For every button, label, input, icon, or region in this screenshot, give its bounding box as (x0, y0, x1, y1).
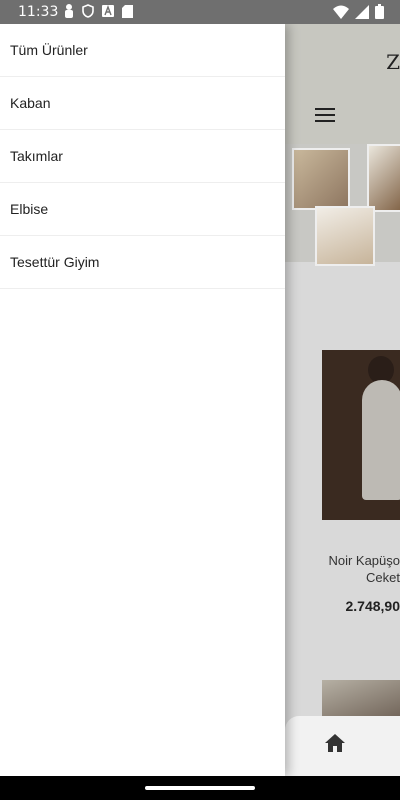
home-icon[interactable] (325, 734, 345, 752)
product-name[interactable]: Noir Kapüşo Ceket (285, 552, 400, 586)
banner-photo (367, 144, 400, 212)
drawer-item-takimlar[interactable]: Takımlar (0, 130, 285, 183)
wifi-icon (333, 5, 349, 19)
status-bar: 11:33 (0, 0, 400, 24)
page-header: Z (285, 24, 400, 144)
drawer-item-all-products[interactable]: Tüm Ürünler (0, 24, 285, 77)
shield-icon (82, 4, 94, 18)
background-page: Z Noir Kapüşo Ceket 2.748,90 (285, 24, 400, 776)
drawer-item-label: Tesettür Giyim (10, 254, 100, 270)
banner-photo (292, 148, 350, 210)
home-gesture-handle[interactable] (145, 786, 255, 790)
drawer-item-elbise[interactable]: Elbise (0, 183, 285, 236)
banner-photo (315, 206, 375, 266)
font-icon (102, 5, 114, 17)
sd-card-icon (122, 4, 133, 18)
system-navigation-bar (0, 776, 400, 800)
brand-logo: Z (386, 50, 400, 74)
drawer-item-label: Elbise (10, 201, 49, 217)
signal-icon (355, 4, 369, 19)
drawer-item-kaban[interactable]: Kaban (0, 77, 285, 130)
hero-banner[interactable] (285, 144, 400, 266)
status-time: 11:33 (18, 4, 59, 20)
product-image[interactable] (322, 350, 400, 520)
person-icon (65, 4, 73, 18)
drawer-item-tesettur[interactable]: Tesettür Giyim (0, 236, 285, 289)
product-name-line: Noir Kapüşo (328, 553, 400, 568)
bottom-navigation (285, 716, 400, 776)
menu-icon[interactable] (315, 104, 335, 126)
product-name-line: Ceket (366, 570, 400, 585)
drawer-item-label: Takımlar (10, 148, 63, 164)
product-price: 2.748,90 (345, 598, 400, 614)
drawer-item-label: Tüm Ürünler (10, 42, 88, 58)
navigation-drawer: Tüm Ürünler Kaban Takımlar Elbise Tesett… (0, 24, 285, 776)
battery-icon (375, 4, 384, 19)
drawer-item-label: Kaban (10, 95, 51, 111)
